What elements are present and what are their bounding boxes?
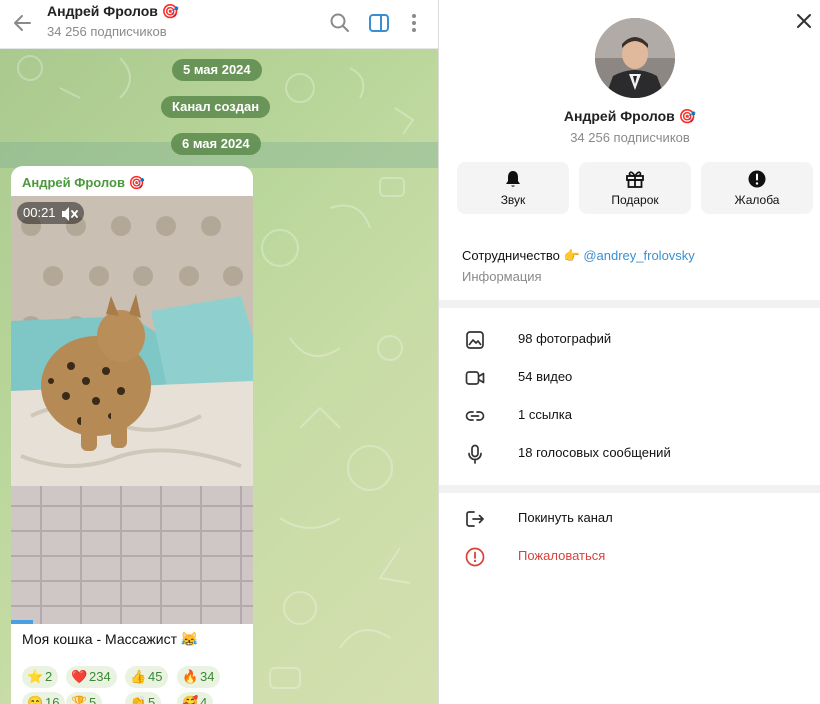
close-icon[interactable] — [791, 8, 817, 34]
reaction-count: 234 — [89, 669, 111, 684]
chat-header: Андрей Фролов 🎯 34 256 подписчиков — [0, 0, 438, 49]
reaction-emoji: ⭐ — [27, 669, 44, 684]
reaction-emoji: 🔥 — [182, 669, 199, 684]
video-camera-icon — [465, 371, 485, 385]
message-text: Моя кошка - Массажист 😹 — [22, 631, 199, 647]
video-attachment[interactable]: 00:21 — [11, 196, 253, 624]
bio-username-link[interactable]: @andrey_frolovsky — [583, 248, 694, 263]
service-message-channel-created: Канал создан — [161, 96, 271, 118]
chat-pane: Андрей Фролов 🎯 34 256 подписчиков 5 мая… — [0, 0, 438, 704]
channel-bio: Сотрудничество 👉 @andrey_frolovsky — [462, 248, 695, 264]
leave-channel-label: Покинуть канал — [518, 510, 613, 525]
leave-icon — [466, 511, 484, 527]
search-icon[interactable] — [327, 10, 353, 36]
channel-description: Сотрудничество 👉 @andrey_frolovsky Инфор… — [439, 228, 820, 300]
report-button-label: Жалоба — [734, 193, 780, 207]
muted-speaker-icon[interactable] — [60, 206, 78, 222]
reaction-chip[interactable]: 🔥 34 — [177, 666, 221, 688]
profile-header: Андрей Фролов 🎯 34 256 подписчиков Звук … — [439, 0, 820, 228]
channel-actions-list: Покинуть канал Пожаловаться — [439, 493, 820, 704]
reaction-emoji: 🥰 — [182, 695, 199, 704]
video-progress-bar[interactable] — [11, 620, 33, 624]
reaction-emoji: 😁 — [27, 695, 44, 704]
channel-info-panel: Андрей Фролов 🎯 34 256 подписчиков Звук … — [438, 0, 820, 704]
date-separator: 6 мая 2024 — [171, 133, 261, 155]
link-icon — [465, 411, 485, 421]
reaction-chip[interactable]: 👏 5 — [125, 692, 162, 704]
gift-button-label: Подарок — [611, 193, 659, 207]
chat-subscriber-count: 34 256 подписчиков — [47, 24, 167, 39]
gift-icon — [626, 171, 644, 188]
reaction-count: 2 — [45, 669, 53, 684]
video-timestamp: 00:21 — [17, 202, 84, 224]
media-row-label: 54 видео — [518, 369, 573, 384]
reaction-count: 34 — [200, 669, 215, 684]
bio-caption: Информация — [462, 269, 542, 284]
media-row-label: 1 ссылка — [518, 407, 572, 422]
report-button[interactable]: Жалоба — [701, 162, 813, 214]
bio-text: Сотрудничество 👉 — [462, 248, 584, 263]
reaction-chip[interactable]: ⭐ 2 — [22, 666, 59, 688]
profile-name: Андрей Фролов 🎯 — [563, 108, 697, 124]
photo-icon — [466, 331, 484, 349]
chat-title[interactable]: Андрей Фролов 🎯 — [47, 3, 179, 20]
warning-circle-icon — [465, 547, 485, 567]
gift-button[interactable]: Подарок — [579, 162, 691, 214]
media-row-label: 18 голосовых сообщений — [518, 445, 671, 460]
media-row-photos[interactable]: 98 фотографий — [439, 320, 820, 358]
bell-icon — [506, 171, 520, 187]
back-arrow-icon[interactable] — [10, 10, 36, 36]
sound-button[interactable]: Звук — [457, 162, 569, 214]
date-separator: 5 мая 2024 — [172, 59, 262, 81]
reaction-emoji: ❤️ — [71, 669, 88, 684]
complain-button[interactable]: Пожаловаться — [439, 537, 820, 575]
microphone-icon — [468, 444, 482, 464]
sound-button-label: Звук — [500, 193, 526, 207]
shared-media-list: 98 фотографий 54 видео 1 ссылка 18 голос… — [439, 308, 820, 485]
complain-label: Пожаловаться — [518, 548, 606, 563]
reaction-chip[interactable]: 😁 16 — [22, 692, 66, 704]
avatar[interactable] — [595, 18, 675, 98]
reaction-count: 45 — [148, 669, 163, 684]
video-duration: 00:21 — [23, 205, 56, 220]
reaction-count: 5 — [89, 695, 97, 704]
leave-channel-button[interactable]: Покинуть канал — [439, 499, 820, 537]
reaction-count: 4 — [200, 695, 208, 704]
reaction-chip[interactable]: 🏆 5 — [66, 692, 103, 704]
more-options-icon[interactable] — [401, 10, 427, 36]
message-author[interactable]: Андрей Фролов 🎯 — [22, 175, 145, 191]
reaction-emoji: 👏 — [130, 695, 147, 704]
sidebar-toggle-icon[interactable] — [366, 10, 392, 36]
avatar-photo — [595, 18, 675, 98]
media-row-label: 98 фотографий — [518, 331, 612, 346]
reaction-count: 5 — [148, 695, 156, 704]
media-row-videos[interactable]: 54 видео — [439, 358, 820, 396]
message-bubble[interactable]: Андрей Фролов 🎯 00:21 Моя кошка - Массаж… — [11, 166, 253, 704]
media-row-links[interactable]: 1 ссылка — [439, 396, 820, 434]
reaction-chip[interactable]: ❤️ 234 — [66, 666, 117, 688]
exclamation-circle-icon — [748, 170, 766, 188]
video-frame — [11, 196, 253, 624]
media-row-voice[interactable]: 18 голосовых сообщений — [439, 434, 820, 472]
profile-subscriber-count: 34 256 подписчиков — [570, 130, 690, 145]
reaction-emoji: 👍 — [130, 669, 147, 684]
reaction-chip[interactable]: 🥰 4 — [177, 692, 214, 704]
reaction-emoji: 🏆 — [71, 695, 88, 704]
reaction-count: 16 — [45, 695, 60, 704]
reaction-chip[interactable]: 👍 45 — [125, 666, 169, 688]
